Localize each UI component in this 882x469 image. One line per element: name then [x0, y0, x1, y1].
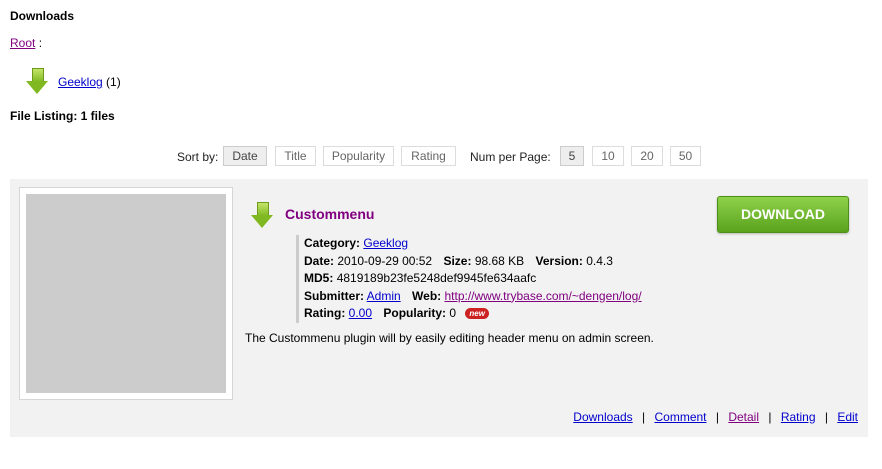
- file-download-arrow-icon: [251, 202, 273, 228]
- category-count: (1): [106, 75, 121, 89]
- breadcrumb-root-link[interactable]: Root: [10, 36, 35, 50]
- download-arrow-icon: [26, 68, 48, 94]
- web-link[interactable]: http://www.trybase.com/~dengen/log/: [444, 289, 641, 303]
- category-label: Category:: [304, 236, 361, 250]
- md5-label: MD5:: [304, 271, 334, 285]
- rating-label: Rating:: [304, 306, 346, 320]
- version-label: Version:: [535, 253, 583, 268]
- link-separator: |: [768, 410, 772, 424]
- submitter-label: Submitter:: [304, 288, 364, 303]
- rating-action-link[interactable]: Rating: [781, 410, 816, 424]
- page-title: Downloads: [10, 9, 75, 23]
- sort-title-button[interactable]: Title: [275, 146, 316, 166]
- sort-date-button[interactable]: Date: [223, 146, 267, 166]
- edit-link[interactable]: Edit: [837, 410, 858, 424]
- link-separator: |: [642, 410, 646, 424]
- link-separator: |: [715, 410, 719, 424]
- size-value: 98.68 KB: [474, 253, 525, 268]
- link-separator: |: [824, 410, 828, 424]
- popularity-label: Popularity:: [383, 306, 447, 320]
- popularity-value: 0: [449, 306, 457, 320]
- breadcrumb: Root :: [10, 36, 42, 50]
- category-link[interactable]: Geeklog: [58, 75, 103, 89]
- file-action-links: Downloads | Comment | Detail | Rating | …: [573, 410, 858, 424]
- downloads-link[interactable]: Downloads: [573, 410, 632, 424]
- submitter-link[interactable]: Admin: [367, 289, 401, 303]
- file-thumbnail[interactable]: [26, 194, 226, 393]
- file-item-panel: Custommenu DOWNLOAD Category: Geeklog Da…: [10, 179, 868, 437]
- date-value: 2010-09-29 00:52: [337, 253, 433, 268]
- sort-rating-button[interactable]: Rating: [401, 146, 456, 166]
- version-value: 0.4.3: [586, 253, 613, 268]
- category-item: Geeklog (1): [58, 75, 121, 89]
- file-metadata: Category: Geeklog Date: 2010-09-29 00:52…: [296, 235, 642, 323]
- size-label: Size:: [443, 253, 472, 268]
- file-thumbnail-frame: [19, 187, 233, 400]
- sort-by-label: Sort by:: [177, 150, 219, 164]
- per-page-50-button[interactable]: 50: [670, 146, 701, 166]
- web-label: Web:: [412, 288, 442, 303]
- per-page-20-button[interactable]: 20: [631, 146, 663, 166]
- file-category-link[interactable]: Geeklog: [363, 236, 408, 250]
- per-page-10-button[interactable]: 10: [592, 146, 624, 166]
- per-page-5-button[interactable]: 5: [560, 146, 584, 166]
- comment-link[interactable]: Comment: [654, 410, 706, 424]
- file-listing-heading: File Listing: 1 files: [10, 109, 115, 123]
- md5-value: 4819189b23fe5248def9945fe634aafc: [336, 271, 537, 285]
- file-title[interactable]: Custommenu: [285, 206, 374, 222]
- sort-popularity-button[interactable]: Popularity: [323, 146, 394, 166]
- num-per-page-label: Num per Page:: [470, 150, 551, 164]
- rating-link[interactable]: 0.00: [349, 306, 372, 320]
- date-label: Date:: [304, 253, 335, 268]
- download-button[interactable]: DOWNLOAD: [717, 196, 849, 233]
- detail-link[interactable]: Detail: [728, 410, 759, 424]
- breadcrumb-separator: :: [38, 36, 43, 50]
- new-badge: new: [465, 308, 489, 320]
- file-description: The Custommenu plugin will by easily edi…: [245, 331, 654, 345]
- sort-toolbar: Sort by: Date Title Popularity Rating Nu…: [0, 146, 882, 168]
